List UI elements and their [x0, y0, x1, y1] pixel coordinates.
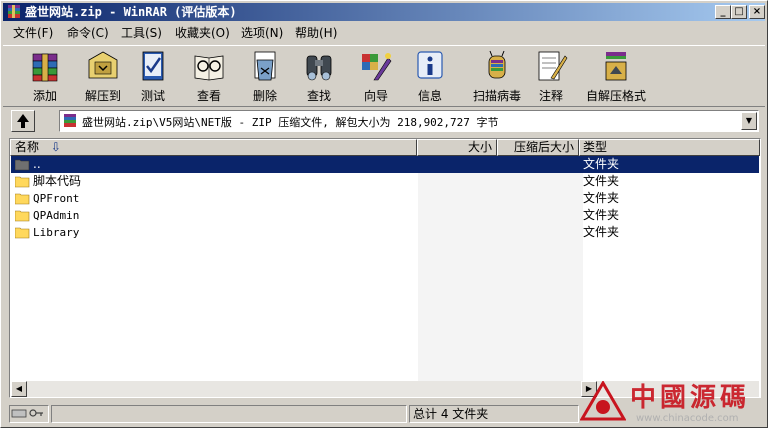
- folder-icon: [15, 210, 30, 222]
- comment-button[interactable]: 注释: [529, 48, 573, 104]
- view-button[interactable]: 查看: [187, 48, 231, 104]
- drive-key-icon: [11, 409, 43, 418]
- file-list[interactable]: 名称 ⇩ 大小 压缩后大小 类型 .. 文件夹 脚本代码 文件夹 QPFront: [9, 138, 761, 398]
- minimize-button[interactable]: _: [715, 5, 731, 19]
- path-combobox[interactable]: 盛世网站.zip\V5网站\NET版 - ZIP 压缩文件, 解包大小为 218…: [59, 110, 759, 132]
- extract-to-label: 解压到: [84, 89, 121, 103]
- list-item[interactable]: Library 文件夹: [11, 224, 759, 241]
- watermark-url: www.chinacode.com: [636, 413, 739, 424]
- column-header-size[interactable]: 大小: [417, 139, 497, 156]
- view-icon: [194, 55, 224, 81]
- winrar-window: 盛世网站.zip - WinRAR (评估版本) _ □ × 文件(F) 命令(…: [0, 0, 768, 428]
- wizard-label: 向导: [363, 89, 388, 103]
- find-label: 查找: [306, 89, 331, 103]
- menu-favorites[interactable]: 收藏夹(O): [173, 25, 232, 41]
- status-drive-pane: [9, 405, 49, 423]
- menu-options[interactable]: 选项(N): [239, 25, 285, 41]
- info-button[interactable]: 信息: [407, 48, 453, 104]
- close-button[interactable]: ×: [749, 5, 765, 19]
- find-button[interactable]: 查找: [297, 48, 341, 104]
- list-item[interactable]: QPFront 文件夹: [11, 190, 759, 207]
- delete-label: 删除: [252, 89, 277, 103]
- column-header-type[interactable]: 类型: [579, 139, 760, 156]
- menu-file[interactable]: 文件(F): [11, 25, 55, 41]
- sfx-icon: [605, 52, 627, 81]
- test-icon: [142, 51, 164, 81]
- comment-icon: [538, 51, 568, 81]
- virus-scan-button[interactable]: 扫描病毒: [467, 48, 527, 104]
- address-bar: 盛世网站.zip\V5网站\NET版 - ZIP 压缩文件, 解包大小为 218…: [3, 108, 765, 134]
- add-button[interactable]: 添加: [17, 48, 73, 104]
- item-name: 脚本代码: [33, 174, 82, 188]
- list-item-parent[interactable]: .. 文件夹: [11, 156, 759, 173]
- item-type: 文件夹: [583, 225, 620, 239]
- folder-icon: [15, 227, 30, 239]
- menu-commands[interactable]: 命令(C): [65, 25, 111, 41]
- menu-tools[interactable]: 工具(S): [119, 25, 164, 41]
- sort-desc-icon: ⇩: [50, 140, 61, 154]
- zip-archive-icon: [64, 114, 76, 127]
- path-dropdown-button[interactable]: ▼: [741, 112, 757, 130]
- status-summary: 总计 4 文件夹: [409, 405, 579, 423]
- winrar-app-icon: [8, 5, 20, 18]
- folder-icon: [15, 176, 30, 188]
- toolbar: 添加 解压到 测试 查看 删除 查找 向导 信息 扫描病毒 注释 自解压格式: [3, 45, 765, 107]
- virus-scan-icon: [488, 50, 506, 79]
- extract-to-button[interactable]: 解压到: [75, 48, 131, 104]
- test-label: 测试: [140, 89, 165, 103]
- add-label: 添加: [32, 89, 57, 103]
- column-name-label: 名称: [15, 140, 40, 154]
- column-header-packed[interactable]: 压缩后大小: [497, 139, 579, 156]
- scroll-left-button[interactable]: ◀: [11, 381, 27, 397]
- item-name: QPAdmin: [33, 209, 80, 222]
- menu-help[interactable]: 帮助(H): [293, 25, 339, 41]
- maximize-button[interactable]: □: [731, 5, 747, 19]
- path-text: 盛世网站.zip\V5网站\NET版 - ZIP 压缩文件, 解包大小为 218…: [82, 116, 499, 129]
- add-archive-icon: [32, 53, 58, 82]
- list-item[interactable]: 脚本代码 文件夹: [11, 173, 759, 190]
- delete-icon: [254, 51, 276, 81]
- up-folder-button[interactable]: [11, 110, 35, 132]
- comment-label: 注释: [538, 89, 563, 103]
- wizard-button[interactable]: 向导: [351, 48, 401, 104]
- parent-folder-icon: [15, 159, 30, 171]
- item-name: Library: [33, 226, 80, 239]
- status-selection-pane: [51, 405, 407, 423]
- folder-icon: [15, 193, 30, 205]
- delete-button[interactable]: 删除: [243, 48, 287, 104]
- title-bar[interactable]: 盛世网站.zip - WinRAR (评估版本) _ □ ×: [3, 3, 765, 21]
- watermark-logo: [580, 381, 626, 421]
- menu-bar: 文件(F) 命令(C) 工具(S) 收藏夹(O) 选项(N) 帮助(H): [3, 23, 765, 43]
- item-name: QPFront: [33, 192, 80, 205]
- info-label: 信息: [417, 89, 442, 103]
- test-button[interactable]: 测试: [131, 48, 175, 104]
- wizard-icon: [362, 53, 392, 81]
- item-type: 文件夹: [583, 157, 620, 171]
- item-name: ..: [33, 157, 41, 171]
- info-icon: [417, 51, 443, 79]
- up-arrow-icon: [17, 114, 29, 128]
- sfx-label: 自解压格式: [585, 89, 646, 103]
- virus-scan-label: 扫描病毒: [472, 89, 521, 103]
- watermark: 中國源碼 www.chinacode.com: [580, 375, 768, 428]
- extract-to-icon: [88, 51, 118, 79]
- watermark-text: 中國源碼: [630, 383, 751, 413]
- view-label: 查看: [196, 89, 221, 103]
- item-type: 文件夹: [583, 174, 620, 188]
- sfx-button[interactable]: 自解压格式: [583, 48, 649, 104]
- window-title: 盛世网站.zip - WinRAR (评估版本): [25, 5, 237, 19]
- column-header-name[interactable]: 名称 ⇩: [10, 139, 417, 156]
- item-type: 文件夹: [583, 191, 620, 205]
- find-icon: [306, 55, 332, 81]
- list-item[interactable]: QPAdmin 文件夹: [11, 207, 759, 224]
- item-type: 文件夹: [583, 208, 620, 222]
